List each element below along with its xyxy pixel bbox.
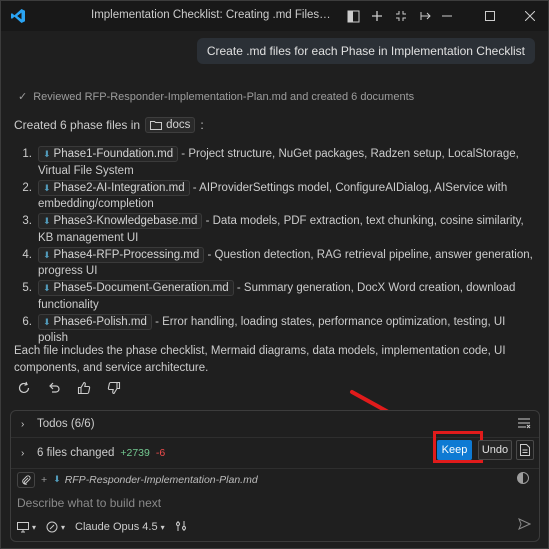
list-number: 5. [22, 282, 32, 294]
todos-label: Todos (6/6) [37, 418, 95, 430]
chat-input-panel: › Todos (6/6) › 6 files changed +2739 -6… [10, 410, 540, 542]
add-context-icon[interactable]: + [41, 474, 47, 486]
file-name: Phase1-Foundation.md [53, 148, 174, 160]
agent-mode-button[interactable]: ▾ [17, 521, 36, 533]
list-item: 3. ⬇ Phase3-Knowledgebase.md - Data model… [14, 213, 534, 246]
vscode-logo-icon [9, 7, 27, 25]
chat-input[interactable]: Describe what to build next [17, 496, 161, 510]
retry-icon[interactable] [16, 380, 32, 396]
input-toolbar: ▾ ▾ Claude Opus 4.5 ▾ [17, 517, 533, 537]
context-usage-icon[interactable] [517, 472, 529, 484]
response-actions [16, 380, 122, 396]
list-number: 3. [22, 215, 32, 227]
file-chip[interactable]: ⬇ Phase6-Polish.md [38, 313, 152, 330]
document-icon [520, 444, 530, 456]
layout-panel-icon[interactable] [344, 7, 362, 25]
context-file-chip[interactable]: ⬇ RFP-Responder-Implementation-Plan.md [53, 474, 258, 486]
monitor-icon [17, 521, 29, 532]
list-item: 5. ⬇ Phase5-Document-Generation.md - Summ… [14, 280, 534, 313]
undo-button[interactable]: Undo [478, 440, 512, 460]
response-summary: Each file includes the phase checklist, … [14, 345, 506, 374]
file-chip[interactable]: ⬇ Phase1-Foundation.md [38, 146, 179, 162]
check-icon: ✓ [18, 91, 28, 103]
list-item: 1. ⬇ Phase1-Foundation.md - Project struc… [14, 146, 534, 179]
tools-mode-button[interactable]: ▾ [46, 521, 65, 533]
markdown-icon: ⬇ [43, 283, 51, 293]
markdown-icon: ⬇ [43, 149, 51, 159]
file-name: Phase5-Document-Generation.md [53, 282, 229, 294]
thumbs-up-icon[interactable] [76, 380, 92, 396]
tool-status-text: Reviewed RFP-Responder-Implementation-Pl… [33, 90, 415, 103]
folder-name: docs [166, 119, 191, 131]
folder-chip[interactable]: docs [145, 117, 196, 133]
model-name: Claude Opus 4.5 [75, 521, 158, 533]
view-changes-button[interactable] [516, 440, 534, 460]
files-changed-label: 6 files changed [37, 447, 115, 459]
lines-removed: -6 [155, 447, 166, 459]
collapse-icon[interactable] [392, 7, 410, 25]
markdown-icon: ⬇ [43, 216, 51, 226]
agent-icon [46, 521, 58, 533]
paperclip-icon [22, 475, 31, 485]
undo-icon[interactable] [46, 380, 62, 396]
window-title: Implementation Checklist: Creating .md F… [91, 9, 331, 21]
title-toolbar [344, 7, 434, 25]
chevron-right-icon: › [21, 447, 25, 459]
lines-added: +2739 [120, 447, 150, 459]
list-item: 6. ⬇ Phase6-Polish.md - Error handling, l… [14, 313, 534, 347]
created-prefix: Created 6 phase files in [14, 118, 141, 132]
file-chip[interactable]: ⬇ Phase2-AI-Integration.md [38, 179, 190, 196]
folder-icon [150, 121, 163, 130]
list-number: 1. [22, 148, 32, 160]
context-row: + ⬇ RFP-Responder-Implementation-Plan.md [11, 468, 539, 490]
chevron-right-icon: › [21, 418, 25, 430]
close-button[interactable] [512, 1, 548, 31]
tool-status[interactable]: ✓ Reviewed RFP-Responder-Implementation-… [18, 90, 415, 104]
list-number: 6. [22, 315, 32, 328]
markdown-icon: ⬇ [43, 182, 51, 193]
list-number: 2. [22, 181, 32, 194]
file-chip[interactable]: ⬇ Phase4-RFP-Processing.md [38, 246, 205, 263]
file-chip[interactable]: ⬇ Phase5-Document-Generation.md [38, 280, 234, 296]
created-suffix: : [200, 118, 204, 132]
clear-list-icon[interactable] [517, 417, 531, 432]
list-item: 4. ⬇ Phase4-RFP-Processing.md - Question … [14, 246, 534, 280]
thumbs-down-icon[interactable] [106, 380, 122, 396]
list-number: 4. [22, 248, 32, 261]
list-item: 2. ⬇ Phase2-AI-Integration.md - AIProvide… [14, 179, 534, 213]
context-file-name: RFP-Responder-Implementation-Plan.md [64, 473, 258, 486]
title-bar: Implementation Checklist: Creating .md F… [1, 1, 548, 31]
created-summary: Created 6 phase files in docs : [14, 117, 204, 133]
file-name: Phase4-RFP-Processing.md [53, 248, 200, 261]
send-icon[interactable] [518, 518, 532, 533]
markdown-icon: ⬇ [43, 316, 51, 327]
chevron-down-icon: ▾ [160, 522, 165, 532]
minimize-button[interactable] [429, 1, 465, 31]
markdown-icon: ⬇ [53, 474, 61, 484]
maximize-button[interactable] [472, 1, 508, 31]
file-chip[interactable]: ⬇ Phase3-Knowledgebase.md [38, 213, 203, 229]
keep-button[interactable]: Keep [437, 440, 472, 460]
new-chat-icon[interactable] [368, 7, 386, 25]
file-name: Phase2-AI-Integration.md [53, 181, 185, 194]
markdown-icon: ⬇ [43, 249, 51, 260]
file-name: Phase6-Polish.md [53, 315, 147, 328]
phase-file-list: 1. ⬇ Phase1-Foundation.md - Project struc… [14, 146, 534, 347]
attach-button[interactable] [17, 471, 35, 488]
user-message: Create .md files for each Phase in Imple… [196, 38, 535, 64]
file-name: Phase3-Knowledgebase.md [53, 215, 198, 227]
configure-tools-icon[interactable] [175, 520, 187, 535]
model-picker[interactable]: Claude Opus 4.5 ▾ [75, 521, 165, 533]
